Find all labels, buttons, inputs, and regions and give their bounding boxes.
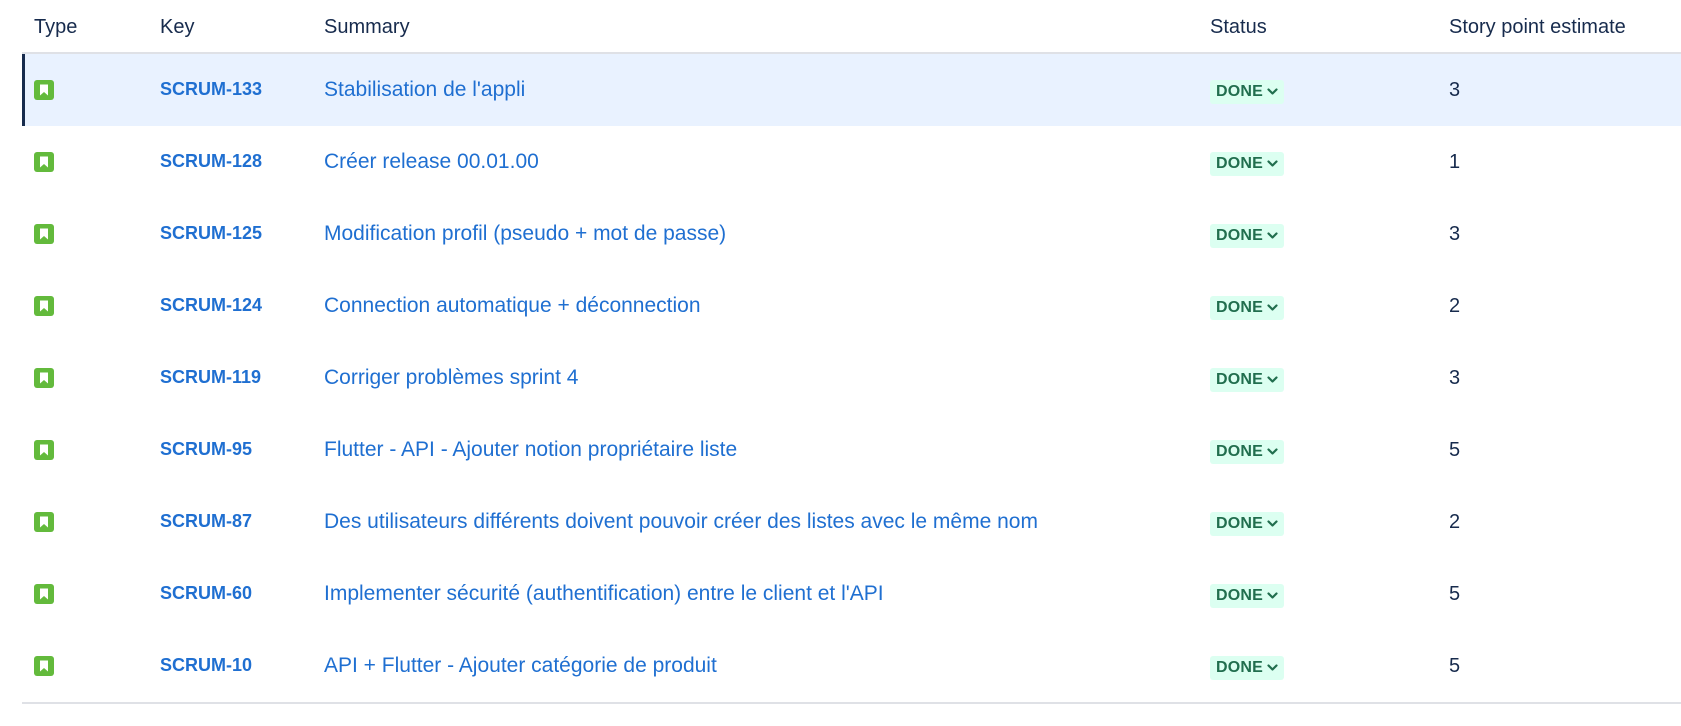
chevron-down-icon <box>1267 232 1278 239</box>
story-point-estimate[interactable]: 3 <box>1449 79 1460 102</box>
story-icon <box>34 656 54 676</box>
chevron-down-icon <box>1267 592 1278 599</box>
status-label: DONE <box>1216 371 1264 388</box>
chevron-down-icon <box>1267 448 1278 455</box>
story-point-estimate[interactable]: 2 <box>1449 511 1460 534</box>
status-dropdown[interactable]: DONE <box>1210 296 1285 320</box>
story-point-estimate[interactable]: 5 <box>1449 583 1460 606</box>
chevron-down-icon <box>1267 88 1278 95</box>
story-icon <box>34 152 54 172</box>
issue-key-link[interactable]: SCRUM-60 <box>160 583 252 604</box>
story-icon <box>34 80 54 100</box>
column-header-summary[interactable]: Summary <box>324 16 410 39</box>
table-row[interactable]: SCRUM-133 Stabilisation de l'appli DONE … <box>22 54 1681 126</box>
story-icon <box>34 368 54 388</box>
table-body: SCRUM-133 Stabilisation de l'appli DONE … <box>22 54 1681 702</box>
issue-table: Type Key Summary Status Story point esti… <box>22 0 1681 704</box>
issue-summary-link[interactable]: API + Flutter - Ajouter catégorie de pro… <box>324 654 717 678</box>
status-label: DONE <box>1216 83 1264 100</box>
status-dropdown[interactable]: DONE <box>1210 656 1285 680</box>
issue-summary-link[interactable]: Connection automatique + déconnection <box>324 294 701 318</box>
chevron-down-icon <box>1267 304 1278 311</box>
issue-key-link[interactable]: SCRUM-124 <box>160 295 262 316</box>
issue-summary-link[interactable]: Flutter - API - Ajouter notion propriéta… <box>324 438 737 462</box>
table-row[interactable]: SCRUM-95 Flutter - API - Ajouter notion … <box>22 414 1681 486</box>
status-dropdown[interactable]: DONE <box>1210 584 1285 608</box>
table-bottom-divider <box>22 702 1681 704</box>
story-icon <box>34 512 54 532</box>
chevron-down-icon <box>1267 664 1278 671</box>
story-point-estimate[interactable]: 2 <box>1449 295 1460 318</box>
column-header-type[interactable]: Type <box>34 16 77 39</box>
story-point-estimate[interactable]: 1 <box>1449 151 1460 174</box>
story-icon <box>34 440 54 460</box>
status-label: DONE <box>1216 587 1264 604</box>
chevron-down-icon <box>1267 376 1278 383</box>
table-row[interactable]: SCRUM-119 Corriger problèmes sprint 4 DO… <box>22 342 1681 414</box>
column-header-status[interactable]: Status <box>1210 16 1267 39</box>
status-dropdown[interactable]: DONE <box>1210 224 1285 248</box>
table-header: Type Key Summary Status Story point esti… <box>22 0 1681 54</box>
table-row[interactable]: SCRUM-87 Des utilisateurs différents doi… <box>22 486 1681 558</box>
status-dropdown[interactable]: DONE <box>1210 368 1285 392</box>
status-label: DONE <box>1216 299 1264 316</box>
column-header-story-points[interactable]: Story point estimate <box>1449 16 1626 39</box>
issue-key-link[interactable]: SCRUM-128 <box>160 151 262 172</box>
status-label: DONE <box>1216 659 1264 676</box>
status-dropdown[interactable]: DONE <box>1210 80 1285 104</box>
issue-summary-link[interactable]: Stabilisation de l'appli <box>324 78 525 102</box>
status-label: DONE <box>1216 443 1264 460</box>
issue-key-link[interactable]: SCRUM-133 <box>160 79 262 100</box>
issue-summary-link[interactable]: Corriger problèmes sprint 4 <box>324 366 578 390</box>
story-icon <box>34 296 54 316</box>
column-header-key[interactable]: Key <box>160 16 194 39</box>
status-dropdown[interactable]: DONE <box>1210 512 1285 536</box>
table-row[interactable]: SCRUM-60 Implementer sécurité (authentif… <box>22 558 1681 630</box>
issue-summary-link[interactable]: Des utilisateurs différents doivent pouv… <box>324 510 1038 534</box>
status-dropdown[interactable]: DONE <box>1210 440 1285 464</box>
issue-summary-link[interactable]: Créer release 00.01.00 <box>324 150 539 174</box>
issue-key-link[interactable]: SCRUM-87 <box>160 511 252 532</box>
story-point-estimate[interactable]: 3 <box>1449 223 1460 246</box>
status-label: DONE <box>1216 155 1264 172</box>
issue-summary-link[interactable]: Implementer sécurité (authentification) … <box>324 582 884 606</box>
status-dropdown[interactable]: DONE <box>1210 152 1285 176</box>
issue-summary-link[interactable]: Modification profil (pseudo + mot de pas… <box>324 222 726 246</box>
story-point-estimate[interactable]: 3 <box>1449 367 1460 390</box>
table-row[interactable]: SCRUM-125 Modification profil (pseudo + … <box>22 198 1681 270</box>
story-point-estimate[interactable]: 5 <box>1449 439 1460 462</box>
status-label: DONE <box>1216 227 1264 244</box>
story-icon <box>34 224 54 244</box>
table-row[interactable]: SCRUM-128 Créer release 00.01.00 DONE 1 <box>22 126 1681 198</box>
issue-key-link[interactable]: SCRUM-10 <box>160 655 252 676</box>
issue-key-link[interactable]: SCRUM-95 <box>160 439 252 460</box>
status-label: DONE <box>1216 515 1264 532</box>
table-row[interactable]: SCRUM-124 Connection automatique + décon… <box>22 270 1681 342</box>
issue-key-link[interactable]: SCRUM-119 <box>160 367 261 388</box>
chevron-down-icon <box>1267 160 1278 167</box>
issue-key-link[interactable]: SCRUM-125 <box>160 223 262 244</box>
story-icon <box>34 584 54 604</box>
story-point-estimate[interactable]: 5 <box>1449 655 1460 678</box>
chevron-down-icon <box>1267 520 1278 527</box>
table-row[interactable]: SCRUM-10 API + Flutter - Ajouter catégor… <box>22 630 1681 702</box>
